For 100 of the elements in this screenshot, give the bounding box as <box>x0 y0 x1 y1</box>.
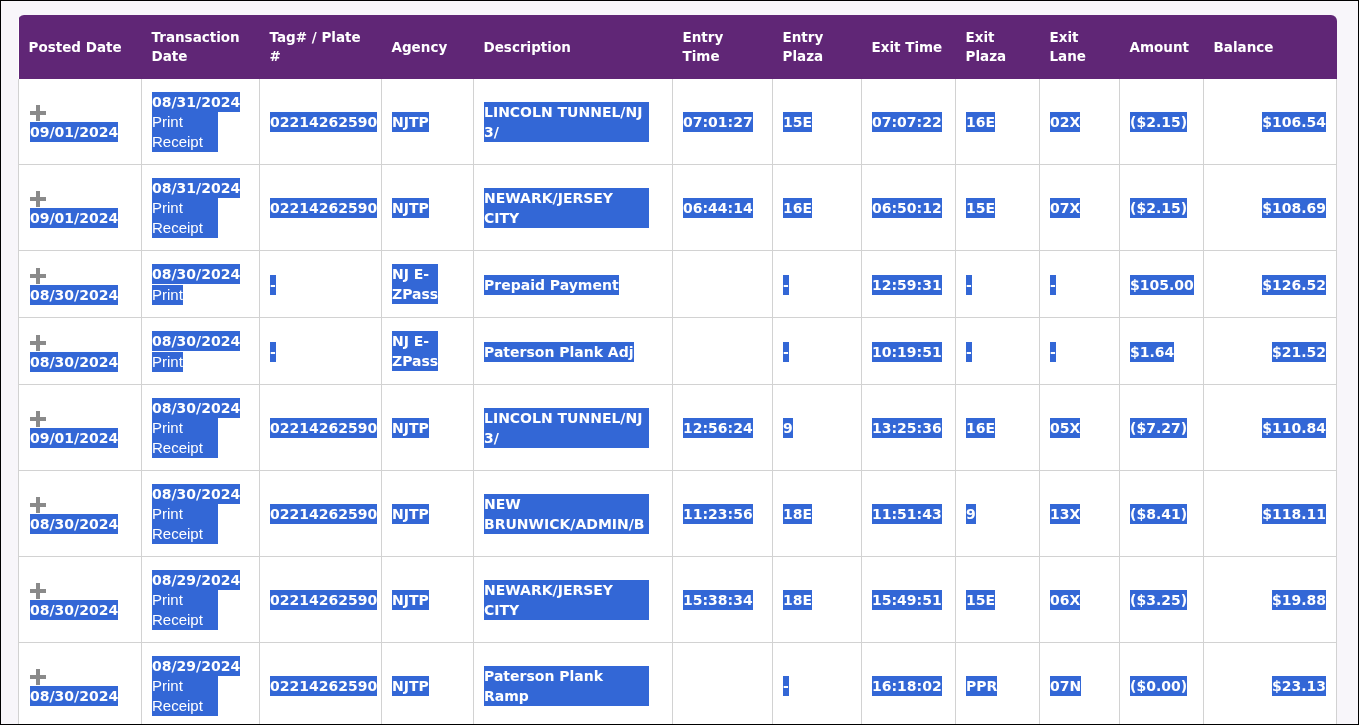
balance-value: $118.11 <box>1262 504 1326 524</box>
agency-name: NJTP <box>392 676 429 696</box>
posted-date: 08/30/2024 <box>30 600 119 620</box>
entry-time: 11:23:56 <box>683 504 753 524</box>
transaction-date: 08/30/2024 <box>152 398 241 418</box>
transaction-date: 08/31/2024 <box>152 92 241 112</box>
print-receipt-link[interactable]: Print <box>152 285 183 305</box>
plus-icon[interactable] <box>30 105 46 121</box>
exit-plaza: - <box>966 274 972 295</box>
tag-number: - <box>270 274 276 295</box>
transaction-description: NEWARK/JERSEY CITY <box>484 187 649 228</box>
agency-name: NJTP <box>392 112 429 132</box>
print-receipt-link[interactable]: Print Receipt <box>152 676 218 716</box>
entry-plaza: 9 <box>783 418 793 438</box>
amount-value: ($2.15) <box>1130 112 1188 132</box>
tag-number: 02214262590 <box>270 198 378 218</box>
balance-value: $21.52 <box>1271 341 1326 362</box>
entry-plaza: 18E <box>783 590 813 610</box>
column-header: Tag# / Plate # <box>269 29 361 64</box>
posted-date: 09/01/2024 <box>30 122 119 142</box>
exit-plaza: 15E <box>966 590 996 610</box>
posted-date: 08/30/2024 <box>30 514 119 534</box>
posted-date: 08/30/2024 <box>30 284 119 305</box>
exit-lane: 02X <box>1050 112 1081 132</box>
column-header: Balance <box>1213 38 1274 55</box>
posted-date: 08/30/2024 <box>30 686 119 706</box>
transaction-description: NEW BRUNWICK/ADMIN/B <box>484 493 649 534</box>
agency-name: NJ E-ZPass <box>392 331 438 371</box>
transaction-description: LINCOLN TUNNEL/NJ 3/ <box>484 407 649 448</box>
plus-icon[interactable] <box>30 411 46 427</box>
exit-lane: - <box>1050 341 1056 362</box>
print-receipt-link[interactable]: Print Receipt <box>152 418 218 458</box>
column-header: Amount <box>1129 38 1189 55</box>
posted-date: 09/01/2024 <box>30 428 119 448</box>
entry-plaza: 18E <box>783 504 813 524</box>
exit-time: 10:19:51 <box>872 341 942 362</box>
print-receipt-link[interactable]: Print Receipt <box>152 112 218 152</box>
column-header: Posted Date <box>28 38 122 55</box>
print-receipt-link[interactable]: Print Receipt <box>152 590 218 630</box>
transaction-date: 08/30/2024 <box>152 484 241 504</box>
entry-plaza: 15E <box>783 112 813 132</box>
amount-value: $105.00 <box>1130 274 1194 295</box>
entry-time: 06:44:14 <box>683 198 753 218</box>
transaction-date: 08/31/2024 <box>152 178 241 198</box>
tag-number: 02214262590 <box>270 676 378 696</box>
balance-value: $23.13 <box>1271 676 1326 696</box>
exit-plaza: 16E <box>966 112 996 132</box>
transaction-description: NEWARK/JERSEY CITY <box>484 579 649 620</box>
transaction-description: Prepaid Payment <box>484 274 619 295</box>
exit-time: 16:18:02 <box>872 676 942 696</box>
agency-name: NJTP <box>392 504 429 524</box>
transaction-description: Paterson Plank Ramp <box>484 665 649 706</box>
transaction-date: 08/30/2024 <box>152 264 241 284</box>
transaction-description: Paterson Plank Adj <box>484 341 634 362</box>
agency-name: NJTP <box>392 198 429 218</box>
amount-value: $1.64 <box>1130 341 1175 362</box>
column-header: Entry Time <box>682 29 724 64</box>
tag-number: 02214262590 <box>270 418 378 438</box>
plus-icon[interactable] <box>30 267 46 284</box>
print-receipt-link[interactable]: Print <box>152 352 183 372</box>
column-header: Description <box>483 38 571 55</box>
exit-time: 15:49:51 <box>872 590 942 610</box>
print-receipt-link[interactable]: Print Receipt <box>152 504 218 544</box>
amount-value: ($7.27) <box>1130 418 1188 438</box>
transaction-date: 08/30/2024 <box>152 331 241 351</box>
exit-plaza: 16E <box>966 418 996 438</box>
exit-plaza: PPR <box>966 676 998 696</box>
amount-value: ($2.15) <box>1130 198 1188 218</box>
column-header: Entry Plaza <box>782 29 824 64</box>
exit-time: 06:50:12 <box>872 198 942 218</box>
plus-icon[interactable] <box>30 191 46 207</box>
exit-plaza: 9 <box>966 504 976 524</box>
column-header: Exit Lane <box>1049 29 1086 64</box>
exit-time: 11:51:43 <box>872 504 942 524</box>
plus-icon[interactable] <box>30 497 46 513</box>
exit-lane: 13X <box>1050 504 1081 524</box>
amount-value: ($8.41) <box>1130 504 1188 524</box>
agency-name: NJTP <box>392 418 429 438</box>
exit-plaza: 15E <box>966 198 996 218</box>
plus-icon[interactable] <box>30 669 46 685</box>
column-header: Exit Plaza <box>965 29 1007 64</box>
exit-lane: 06X <box>1050 590 1081 610</box>
column-header: Agency <box>391 38 448 55</box>
exit-time: 07:07:22 <box>872 112 942 132</box>
entry-time: 12:56:24 <box>683 418 753 438</box>
plus-icon[interactable] <box>30 583 46 599</box>
print-receipt-link[interactable]: Print Receipt <box>152 198 218 238</box>
plus-icon[interactable] <box>30 334 46 351</box>
tag-number: 02214262590 <box>270 112 378 132</box>
entry-plaza: - <box>783 341 789 362</box>
agency-name: NJ E-ZPass <box>392 264 438 304</box>
balance-value: $19.88 <box>1271 590 1326 610</box>
exit-lane: 07X <box>1050 198 1081 218</box>
entry-plaza: - <box>783 274 789 295</box>
agency-name: NJTP <box>392 590 429 610</box>
transaction-date: 08/29/2024 <box>152 570 241 590</box>
entry-time: 07:01:27 <box>683 112 753 132</box>
amount-value: ($3.25) <box>1130 590 1188 610</box>
transaction-date: 08/29/2024 <box>152 656 241 676</box>
exit-time: 12:59:31 <box>872 274 942 295</box>
